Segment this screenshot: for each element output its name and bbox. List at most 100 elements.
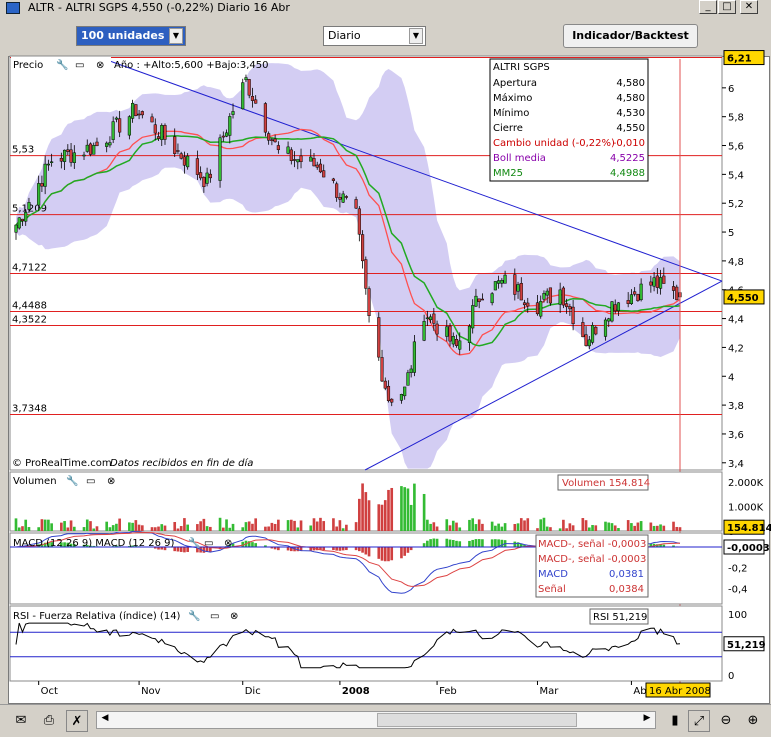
volume-bar (568, 523, 572, 531)
volume-bar (85, 519, 89, 531)
candle-body (292, 159, 297, 161)
print-icon[interactable]: ⎙ (38, 710, 60, 732)
candle-body (354, 199, 358, 209)
volume-bar (481, 523, 484, 531)
volume-bar (141, 525, 144, 531)
candle-body (231, 111, 235, 115)
macd-hist-bar (455, 540, 458, 547)
volume-bar (251, 523, 254, 531)
volume-bar (72, 526, 76, 531)
macd-hist-bar (251, 542, 254, 547)
candle-body (607, 318, 611, 322)
volume-bar (591, 525, 594, 531)
volume-bar (659, 524, 662, 531)
step-icon[interactable]: ▮ (664, 710, 686, 732)
horizontal-scrollbar[interactable]: ◀ ▶ (96, 711, 656, 729)
date-tag: 16 Abr 2008 (649, 686, 711, 697)
candle-body (315, 164, 319, 168)
candle-body (383, 380, 387, 389)
candle-body (377, 317, 381, 358)
candle-body (422, 321, 426, 341)
candle-body (137, 113, 141, 116)
candle-body (594, 326, 598, 335)
candle-body (448, 325, 452, 342)
volume-bar (571, 525, 575, 531)
window-icon: ▭ (75, 60, 84, 71)
crosshair-icon[interactable]: ✗ (66, 710, 88, 732)
candle-body (503, 274, 507, 284)
mail-icon[interactable]: ✉ (10, 710, 32, 732)
candle-body (43, 163, 47, 187)
candle-body (386, 385, 391, 402)
volume-bar (503, 523, 507, 531)
scroll-left-icon[interactable]: ◀ (99, 713, 111, 727)
macd-label: MACD (12 26 9) MACD (12 26 9) (13, 538, 175, 549)
close-panel-icon: ⊗ (107, 476, 115, 487)
macd-box-text: 0,0381 (609, 569, 644, 580)
candle-body (480, 298, 484, 301)
info-row-value: 4,530 (616, 108, 645, 119)
info-row-label: Boll media (493, 153, 546, 164)
volume-bar (231, 523, 235, 531)
candle-body (626, 300, 630, 304)
candle-body (150, 116, 154, 123)
macd-hist-bar (254, 543, 258, 547)
candle-body (289, 149, 293, 161)
candle-body (296, 159, 300, 163)
candle-body (610, 301, 614, 322)
macd-hist-bar (367, 547, 371, 557)
macd-box-text: MACD (538, 569, 568, 580)
macd-hist-bar (474, 539, 478, 547)
top-price-tag: 6,21 (727, 54, 752, 65)
zoom-in-icon[interactable]: ⊕ (742, 710, 764, 732)
candle-body (176, 150, 180, 152)
macd-hist-bar (403, 547, 407, 556)
candle-body (361, 234, 365, 262)
candle-body (613, 304, 617, 312)
zoom-fit-icon[interactable]: ⤢ (688, 710, 710, 732)
candle-body (497, 280, 501, 284)
candle-body (655, 275, 659, 288)
candle-body (37, 183, 41, 206)
volume-bar (477, 519, 481, 531)
volume-bar (594, 525, 598, 531)
volume-bar (358, 498, 361, 531)
macd-tick-label: -0,4 (728, 584, 748, 595)
macd-box-text: Señal (538, 584, 566, 595)
volume-bar (105, 521, 109, 531)
volume-bar (335, 526, 338, 531)
candle-body (587, 339, 591, 347)
level-label: 4,7122 (12, 263, 47, 274)
zoom-out-icon[interactable]: ⊖ (715, 710, 737, 732)
scroll-right-icon[interactable]: ▶ (641, 713, 653, 727)
candle-body (254, 99, 258, 104)
candle-body (490, 293, 494, 304)
candle-body (267, 133, 271, 141)
macd-hist-bar (335, 547, 338, 551)
candle-body (202, 177, 206, 187)
candle-body (66, 149, 70, 152)
volume-bar (383, 500, 387, 531)
candle-body (639, 283, 643, 301)
volume-bar (361, 483, 364, 531)
candle-body (341, 193, 345, 203)
volume-bar (448, 525, 452, 531)
macd-hist-bar (468, 540, 471, 547)
candle-body (406, 372, 410, 386)
volume-bar (264, 526, 267, 531)
volume-bar (82, 527, 86, 531)
macd-hist-bar (383, 547, 387, 562)
volume-bar (474, 524, 478, 531)
candle-body (224, 132, 229, 137)
candle-body (568, 306, 572, 310)
candle-body (662, 275, 666, 284)
volume-bar (526, 518, 530, 531)
candle-body (17, 217, 21, 229)
volume-bar (607, 522, 611, 531)
price-tick-label: 3,8 (728, 401, 744, 412)
scroll-thumb[interactable] (377, 713, 577, 727)
candle-body (516, 284, 520, 292)
candle-body (218, 137, 222, 181)
volume-bar (209, 526, 212, 531)
candle-body (539, 301, 543, 317)
